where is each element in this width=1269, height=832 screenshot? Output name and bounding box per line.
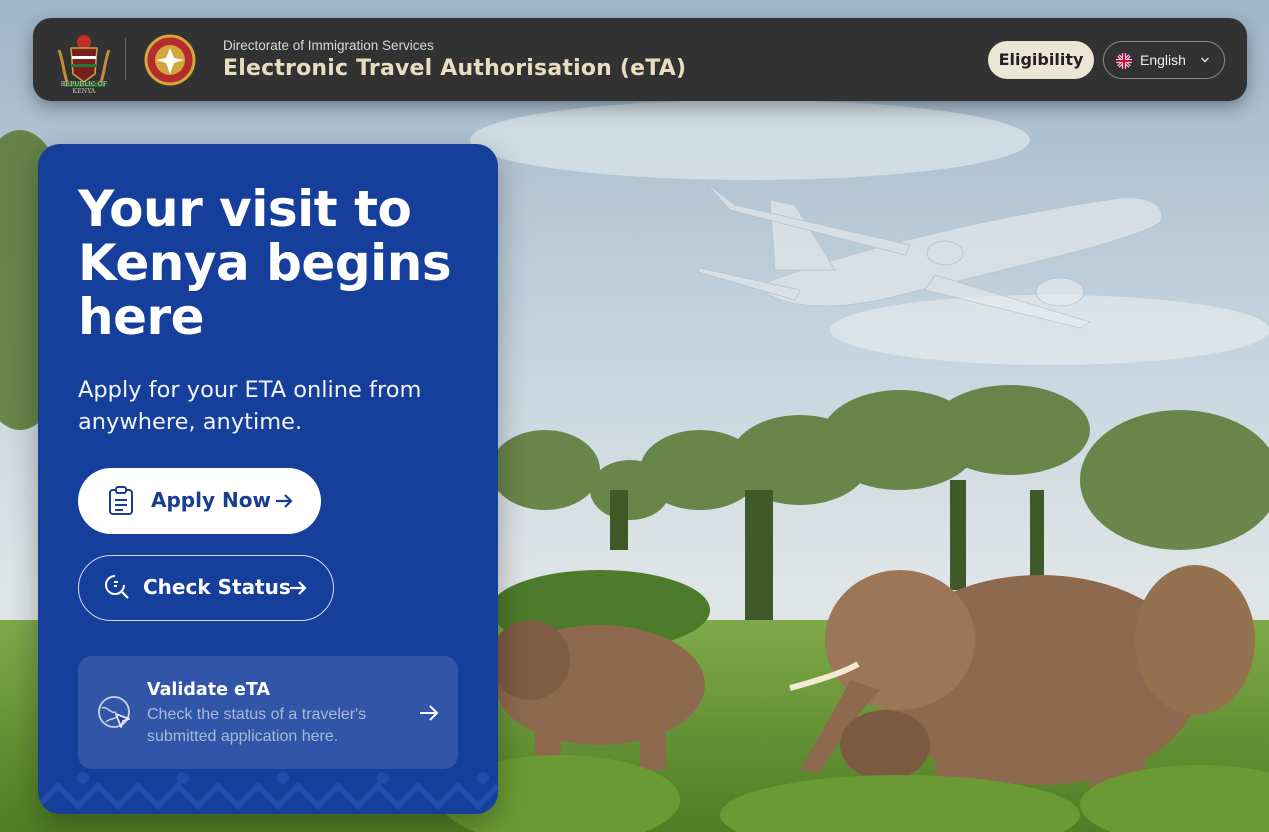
hero-subtitle: Apply for your ETA online from anywhere,… (78, 377, 422, 435)
validate-eta-description: Check the status of a traveler's submitt… (147, 706, 367, 745)
hero-title: Your visit to Kenya begins here (78, 180, 452, 346)
hero-card: Your visit to Kenya begins here Apply fo… (38, 144, 498, 814)
check-status-label: Check Status (143, 575, 291, 599)
emblem-caption: REPUBLIC OF KENYA (60, 81, 108, 95)
language-label: English (1140, 52, 1186, 68)
header-title: Electronic Travel Authorisation (eTA) (223, 56, 687, 81)
apply-now-button[interactable]: Apply Now (78, 468, 321, 534)
arrow-right-icon (290, 581, 307, 595)
validate-eta-title: Validate eTA (147, 680, 271, 700)
immigration-seal-icon (144, 34, 196, 86)
arrow-right-icon (420, 705, 439, 721)
globe-cursor-icon (98, 696, 130, 728)
check-status-button[interactable]: Check Status (78, 555, 334, 621)
uk-flag-icon (1116, 53, 1132, 69)
clipboard-icon (109, 486, 133, 515)
language-selector[interactable]: English (1103, 41, 1225, 79)
chevron-down-icon (1200, 57, 1210, 63)
validate-eta-card[interactable]: Validate eTA Check the status of a trave… (78, 656, 458, 769)
apply-now-label: Apply Now (151, 488, 271, 512)
arrow-right-icon (276, 494, 293, 508)
eligibility-button[interactable]: Eligibility (988, 41, 1094, 79)
decorative-pattern (38, 772, 498, 811)
header-subtitle: Directorate of Immigration Services (223, 38, 434, 53)
header-divider (125, 38, 126, 80)
site-header: REPUBLIC OF KENYA Directorate of Immigra… (33, 18, 1247, 101)
search-status-icon (105, 575, 129, 599)
